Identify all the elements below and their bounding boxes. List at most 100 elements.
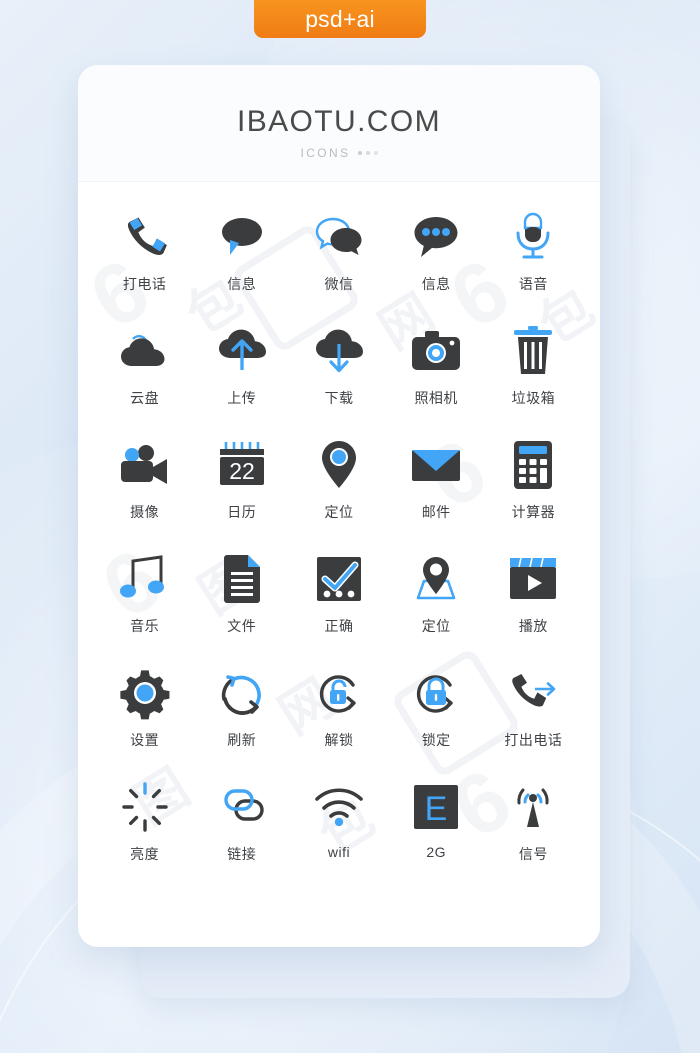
refresh-icon bbox=[215, 666, 269, 720]
icon-label: 亮度 bbox=[130, 846, 160, 862]
gear-settings-icon bbox=[118, 666, 172, 720]
icon-label: 定位 bbox=[324, 504, 354, 520]
music-note-icon bbox=[118, 552, 172, 606]
icon-label: 照相机 bbox=[414, 390, 458, 406]
wechat-icon bbox=[312, 210, 366, 264]
icon-label: 信息 bbox=[421, 276, 451, 292]
icon-cell-play[interactable]: 播放 bbox=[485, 542, 582, 656]
calendar-icon: 22 bbox=[215, 438, 269, 492]
checkmark-icon bbox=[312, 552, 366, 606]
signal-tower-icon bbox=[506, 780, 560, 834]
chat-dots-icon bbox=[409, 210, 463, 264]
subtitle-text: ICONS bbox=[300, 146, 351, 160]
network-2g-icon: E bbox=[409, 780, 463, 834]
icon-cell-phone-call[interactable]: 打电话 bbox=[96, 200, 193, 314]
location-pin-icon bbox=[312, 438, 366, 492]
icon-cell-correct[interactable]: 正确 bbox=[290, 542, 387, 656]
icon-cell-music[interactable]: 音乐 bbox=[96, 542, 193, 656]
document-file-icon bbox=[215, 552, 269, 606]
icon-label: 上传 bbox=[227, 390, 257, 406]
icon-cell-location-pin[interactable]: 定位 bbox=[290, 428, 387, 542]
icon-cell-wifi[interactable]: wifi bbox=[290, 770, 387, 884]
icon-label: 下载 bbox=[324, 390, 354, 406]
lock-icon bbox=[409, 666, 463, 720]
microphone-icon bbox=[506, 210, 560, 264]
icon-label: 正确 bbox=[324, 618, 354, 634]
icon-cell-video-camera[interactable]: 摄像 bbox=[96, 428, 193, 542]
icon-label: 播放 bbox=[518, 618, 548, 634]
icon-label: 解锁 bbox=[324, 732, 354, 748]
icon-label: 打出电话 bbox=[504, 732, 563, 748]
psd-ai-badge: psd+ai bbox=[254, 0, 426, 38]
calendar-day-value: 22 bbox=[229, 458, 255, 484]
play-clapper-icon bbox=[506, 552, 560, 606]
icon-set-card: IBAOTU.COM ICONS 6 包 网 6 包 6 图 6 网 图 6 包… bbox=[78, 65, 600, 947]
message-bubble-icon bbox=[215, 210, 269, 264]
subtitle-dots-icon bbox=[357, 151, 378, 155]
icon-cell-wechat[interactable]: 微信 bbox=[290, 200, 387, 314]
page-subtitle: ICONS bbox=[78, 146, 600, 160]
icon-label: 锁定 bbox=[421, 732, 451, 748]
icon-cell-settings[interactable]: 设置 bbox=[96, 656, 193, 770]
icon-label: 2G bbox=[426, 844, 447, 860]
icon-label: 定位 bbox=[421, 618, 451, 634]
page-title: IBAOTU.COM bbox=[236, 105, 441, 138]
icon-label: 信号 bbox=[518, 846, 548, 862]
icon-cell-cloud-download[interactable]: 下载 bbox=[290, 314, 387, 428]
outgoing-call-icon bbox=[506, 666, 560, 720]
icon-label: 音乐 bbox=[130, 618, 160, 634]
icon-label: 语音 bbox=[518, 276, 548, 292]
icon-cell-unlock[interactable]: 解锁 bbox=[290, 656, 387, 770]
icon-label: 信息 bbox=[227, 276, 257, 292]
icon-label: 文件 bbox=[227, 618, 257, 634]
icon-cell-file[interactable]: 文件 bbox=[193, 542, 290, 656]
icon-label: 摄像 bbox=[130, 504, 160, 520]
icon-label: 微信 bbox=[324, 276, 354, 292]
card-header: IBAOTU.COM ICONS bbox=[78, 65, 600, 182]
icon-cell-link[interactable]: 链接 bbox=[193, 770, 290, 884]
icon-cell-2g[interactable]: E 2G bbox=[388, 770, 485, 884]
wifi-icon bbox=[312, 780, 366, 834]
icon-label: 刷新 bbox=[227, 732, 257, 748]
calculator-icon bbox=[506, 438, 560, 492]
icon-cell-lock[interactable]: 锁定 bbox=[388, 656, 485, 770]
icon-cell-refresh[interactable]: 刷新 bbox=[193, 656, 290, 770]
map-pin-icon bbox=[409, 552, 463, 606]
icon-label: 云盘 bbox=[130, 390, 160, 406]
mail-envelope-icon bbox=[409, 438, 463, 492]
icon-label: 链接 bbox=[227, 846, 257, 862]
icon-cell-calculator[interactable]: 计算器 bbox=[485, 428, 582, 542]
trash-bin-icon bbox=[506, 324, 560, 378]
icon-cell-chat-dots[interactable]: 信息 bbox=[388, 200, 485, 314]
network-letter: E bbox=[425, 790, 448, 828]
cloud-download-icon bbox=[312, 324, 366, 378]
cloud-upload-icon bbox=[215, 324, 269, 378]
video-camera-icon bbox=[118, 438, 172, 492]
icon-cell-map-pin[interactable]: 定位 bbox=[388, 542, 485, 656]
phone-call-icon bbox=[118, 210, 172, 264]
icon-cell-mail[interactable]: 邮件 bbox=[388, 428, 485, 542]
icon-cell-trash[interactable]: 垃圾箱 bbox=[485, 314, 582, 428]
icon-cell-calendar[interactable]: 22 日历 bbox=[193, 428, 290, 542]
cloud-disk-icon bbox=[118, 324, 172, 378]
icon-cell-message[interactable]: 信息 bbox=[193, 200, 290, 314]
brightness-icon bbox=[118, 780, 172, 834]
icon-label: 邮件 bbox=[421, 504, 451, 520]
icon-grid: 打电话 信息 微信 信息 语音 云盘 上传 下载 照相机 垃圾箱 摄像 22 日… bbox=[78, 182, 600, 884]
icon-cell-brightness[interactable]: 亮度 bbox=[96, 770, 193, 884]
icon-label: 日历 bbox=[227, 504, 257, 520]
icon-cell-outgoing-call[interactable]: 打出电话 bbox=[485, 656, 582, 770]
icon-label: wifi bbox=[327, 844, 351, 860]
icon-cell-camera[interactable]: 照相机 bbox=[388, 314, 485, 428]
camera-icon bbox=[409, 324, 463, 378]
icon-cell-signal[interactable]: 信号 bbox=[485, 770, 582, 884]
icon-label: 垃圾箱 bbox=[511, 390, 556, 406]
icon-cell-cloud-disk[interactable]: 云盘 bbox=[96, 314, 193, 428]
icon-cell-cloud-upload[interactable]: 上传 bbox=[193, 314, 290, 428]
icon-label: 打电话 bbox=[122, 276, 167, 292]
icon-label: 设置 bbox=[130, 732, 160, 748]
unlock-icon bbox=[312, 666, 366, 720]
link-chain-icon bbox=[215, 780, 269, 834]
icon-label: 计算器 bbox=[511, 504, 556, 520]
icon-cell-microphone[interactable]: 语音 bbox=[485, 200, 582, 314]
